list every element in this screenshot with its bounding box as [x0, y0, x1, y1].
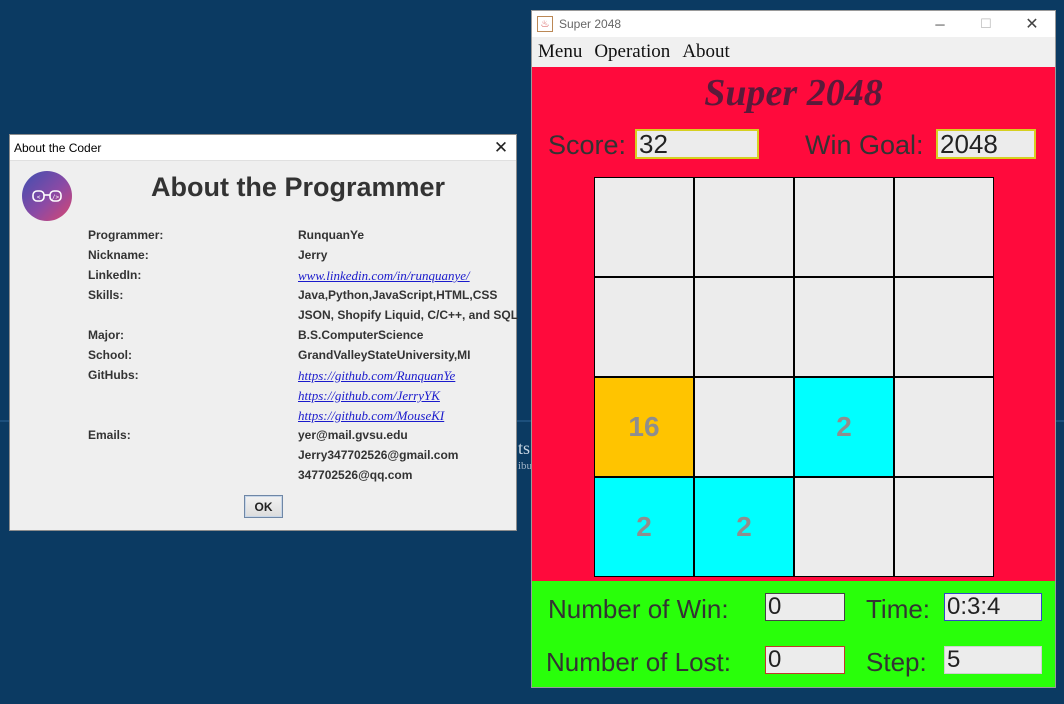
- info-row: Nickname: Jerry: [88, 248, 508, 268]
- info-value: JSON, Shopify Liquid, C/C++, and SQL: [298, 308, 519, 322]
- info-row: LinkedIn: www.linkedin.com/in/runquanye/: [88, 268, 508, 288]
- info-label: Nickname:: [88, 248, 149, 262]
- menu-item-operation[interactable]: Operation: [594, 41, 670, 63]
- desktop-background-subtext: ibu: [518, 460, 533, 472]
- about-dialog: About the Coder ✕ < /> About the Program…: [9, 134, 518, 531]
- score-label: Score:: [548, 130, 627, 160]
- info-row: Emails: yer@mail.gvsu.edu: [88, 428, 508, 448]
- board-tile: [794, 477, 894, 577]
- close-icon[interactable]: ✕: [1009, 11, 1055, 37]
- info-label: LinkedIn:: [88, 268, 142, 282]
- step-field: 5: [944, 646, 1042, 674]
- info-label: Skills:: [88, 288, 124, 302]
- board-tile: 2: [694, 477, 794, 577]
- info-value: yer@mail.gvsu.edu: [298, 428, 408, 442]
- desktop-background-text: ts: [518, 438, 531, 458]
- java-app-icon: ♨: [537, 16, 553, 32]
- info-value: B.S.ComputerScience: [298, 328, 424, 342]
- svg-text:/>: />: [52, 194, 60, 201]
- info-link[interactable]: www.linkedin.com/in/runquanye/: [298, 268, 470, 284]
- info-row: GitHubs: https://github.com/RunquanYe: [88, 368, 508, 388]
- time-label: Time:: [866, 594, 931, 624]
- menu-item-about[interactable]: About: [682, 41, 730, 63]
- info-row: Jerry347702526@gmail.com: [88, 448, 508, 468]
- board-tile: [894, 477, 994, 577]
- info-value: Java,Python,JavaScript,HTML,CSS: [298, 288, 498, 302]
- board-tile: 2: [794, 377, 894, 477]
- glasses-icon: < />: [32, 190, 62, 202]
- board-tile: [894, 277, 994, 377]
- info-label: Emails:: [88, 428, 131, 442]
- step-label: Step:: [866, 647, 927, 677]
- score-field: 32: [635, 129, 759, 159]
- lost-label: Number of Lost:: [546, 647, 731, 677]
- game-window-title: Super 2048: [559, 17, 622, 31]
- time-field: 0:3:4: [944, 593, 1042, 621]
- info-label: School:: [88, 348, 132, 362]
- board-tile: 16: [594, 377, 694, 477]
- info-row: Major: B.S.ComputerScience: [88, 328, 508, 348]
- info-label: Major:: [88, 328, 124, 342]
- menubar: Menu Operation About: [532, 37, 1055, 68]
- info-value: 347702526@qq.com: [298, 468, 413, 482]
- info-row: 347702526@qq.com: [88, 468, 508, 488]
- win-goal-field[interactable]: 2048: [936, 129, 1036, 159]
- wins-label: Number of Win:: [548, 594, 729, 624]
- info-row: https://github.com/JerryYK: [88, 388, 508, 408]
- wins-field: 0: [765, 593, 845, 621]
- board-tile: [594, 277, 694, 377]
- info-link[interactable]: https://github.com/MouseKI: [298, 408, 444, 424]
- board-tile: [694, 177, 794, 277]
- board-tile: [894, 377, 994, 477]
- avatar: < />: [22, 171, 72, 221]
- info-row: School: GrandValleyStateUniversity,MI: [88, 348, 508, 368]
- info-link[interactable]: https://github.com/RunquanYe: [298, 368, 455, 384]
- info-value: Jerry: [298, 248, 328, 262]
- lost-field: 0: [765, 646, 845, 674]
- svg-text:<: <: [37, 194, 41, 201]
- info-row: Programmer: RunquanYe: [88, 228, 508, 248]
- game-titlebar[interactable]: ♨ Super 2048 ─ ☐ ✕: [532, 11, 1055, 37]
- info-row: Skills: Java,Python,JavaScript,HTML,CSS: [88, 288, 508, 308]
- info-row: JSON, Shopify Liquid, C/C++, and SQL: [88, 308, 518, 328]
- ok-button[interactable]: OK: [244, 495, 283, 518]
- about-dialog-title: About the Coder: [14, 140, 102, 155]
- info-label: GitHubs:: [88, 368, 139, 382]
- info-link[interactable]: https://github.com/JerryYK: [298, 388, 440, 404]
- maximize-icon[interactable]: ☐: [963, 11, 1009, 37]
- info-value: RunquanYe: [298, 228, 365, 242]
- info-value: Jerry347702526@gmail.com: [298, 448, 459, 462]
- board-tile: 2: [594, 477, 694, 577]
- game-window: ♨ Super 2048 ─ ☐ ✕ Menu Operation About …: [531, 10, 1056, 688]
- game-board-panel: Super 2048 Score: 32 Win Goal: 2048 16 2 2…: [532, 67, 1055, 581]
- minimize-icon[interactable]: ─: [917, 11, 963, 37]
- about-titlebar[interactable]: About the Coder ✕: [10, 135, 516, 161]
- board-tile: [594, 177, 694, 277]
- info-value: GrandValleyStateUniversity,MI: [298, 348, 471, 362]
- board-tile: [694, 377, 794, 477]
- win-goal-label: Win Goal:: [805, 130, 924, 160]
- info-row: https://github.com/MouseKI: [88, 408, 508, 428]
- board-tile: [894, 177, 994, 277]
- stats-panel: Number of Win: 0 Time: 0:3:4 Number of L…: [532, 581, 1055, 687]
- about-heading: About the Programmer: [150, 172, 446, 202]
- board-tile: [794, 177, 894, 277]
- game-grid: 16 2 2 2: [594, 177, 994, 577]
- game-title: Super 2048: [704, 72, 883, 114]
- board-tile: [794, 277, 894, 377]
- menu-item-menu[interactable]: Menu: [538, 41, 582, 63]
- info-label: Programmer:: [88, 228, 164, 242]
- board-tile: [694, 277, 794, 377]
- close-icon[interactable]: ✕: [486, 135, 516, 160]
